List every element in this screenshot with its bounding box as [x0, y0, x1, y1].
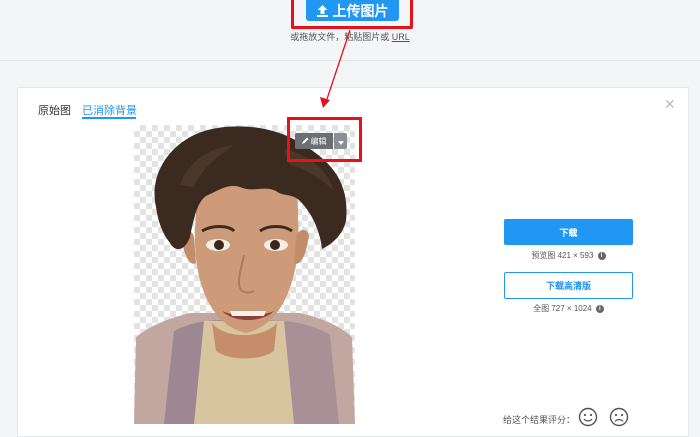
smiley-face-icon[interactable]: [578, 407, 598, 427]
preview-size-value: 421 × 593: [557, 251, 594, 260]
tab-original[interactable]: 原始图: [38, 102, 71, 118]
drop-hint-text: 或拖放文件，粘贴图片或: [290, 32, 392, 42]
upload-button-label: 上传图片: [332, 2, 389, 19]
result-image: [134, 125, 355, 424]
preview-prefix: 预览图: [531, 251, 556, 260]
upload-image-button[interactable]: 上传图片: [306, 0, 399, 21]
pencil-icon: [301, 137, 309, 146]
info-icon[interactable]: i: [595, 304, 604, 313]
upload-arrow-icon: [316, 4, 328, 17]
tab-background-removed[interactable]: 已消除背景: [82, 102, 137, 118]
info-icon[interactable]: i: [597, 251, 606, 260]
edit-dropdown-button[interactable]: [334, 133, 347, 149]
full-prefix: 全图: [533, 304, 550, 313]
section-divider: [0, 60, 700, 61]
edit-button[interactable]: 编辑: [295, 133, 333, 149]
url-link[interactable]: URL: [392, 32, 410, 42]
edit-button-label: 编辑: [310, 136, 327, 146]
active-tab-indicator: [82, 117, 136, 119]
download-hd-button[interactable]: 下载高清版: [504, 272, 633, 299]
drop-hint: 或拖放文件，粘贴图片或 URL: [0, 30, 700, 43]
caret-down-icon: [337, 132, 344, 150]
rate-label: 给这个结果评分：: [503, 415, 576, 425]
download-button[interactable]: 下载: [504, 219, 633, 245]
close-icon[interactable]: ✕: [664, 97, 676, 111]
preview-size-info: 预览图 421 × 593 i: [504, 250, 633, 261]
full-size-value: 727 × 1024: [551, 304, 592, 313]
full-size-info: 全图 727 × 1024 i: [504, 303, 633, 314]
sad-face-icon[interactable]: [609, 407, 629, 427]
